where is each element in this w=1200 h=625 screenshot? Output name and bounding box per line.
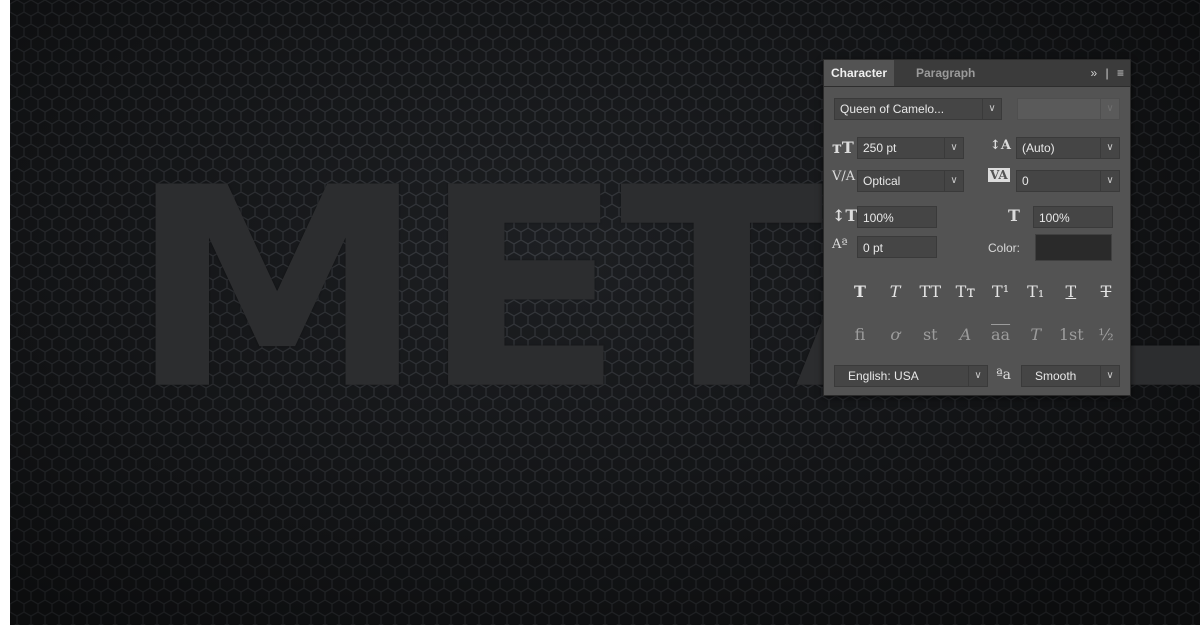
tracking-value: 0: [1022, 174, 1029, 188]
font-size-icon: ᴛT: [832, 138, 854, 157]
horizontal-scale-input[interactable]: 100%: [1033, 206, 1113, 228]
language-value: English: USA: [848, 369, 919, 383]
panel-tools: » | ≡: [1085, 60, 1124, 86]
tracking-dropdown[interactable]: 0 ∨: [1016, 170, 1120, 192]
chevron-down-icon: ∨: [1100, 138, 1119, 158]
color-label: Color:: [988, 241, 1021, 255]
font-size-value: 250 pt: [863, 141, 897, 155]
subscript-button[interactable]: T₁: [1024, 282, 1048, 301]
titling-alternates-button[interactable]: T: [1024, 325, 1048, 344]
panel-menu-icon[interactable]: ≡: [1117, 66, 1124, 80]
swash-button[interactable]: A: [953, 325, 977, 344]
tracking-icon: VA: [988, 168, 1010, 182]
small-caps-button[interactable]: Tт: [953, 282, 977, 301]
chevron-down-icon: ∨: [1100, 366, 1119, 386]
faux-bold-button[interactable]: T: [848, 282, 872, 301]
chevron-down-icon: ∨: [1100, 171, 1119, 191]
type-style-buttons: T T TT Tт T¹ T₁ T T: [848, 280, 1118, 302]
antialias-icon: ªa: [996, 367, 1011, 383]
ligatures-button[interactable]: fi: [848, 325, 872, 344]
underline-button[interactable]: T: [1059, 282, 1083, 301]
superscript-button[interactable]: T¹: [989, 282, 1013, 301]
chevron-down-icon: ∨: [944, 138, 963, 158]
antialias-dropdown[interactable]: Smooth ∨: [1021, 365, 1120, 387]
expand-panel-icon[interactable]: »: [1090, 66, 1097, 80]
antialias-value: Smooth: [1035, 369, 1077, 383]
leading-icon: ↕A: [990, 138, 1011, 153]
leading-dropdown[interactable]: (Auto) ∨: [1016, 137, 1120, 159]
opentype-buttons: fi ơ st A aa T 1st ½: [848, 323, 1118, 345]
chevron-down-icon: ∨: [982, 99, 1001, 119]
language-dropdown[interactable]: English: USA ∨: [834, 365, 988, 387]
stylistic-alternates-button[interactable]: aa: [989, 325, 1013, 344]
baseline-shift-input[interactable]: 0 pt: [857, 236, 937, 258]
kerning-dropdown[interactable]: Optical ∨: [857, 170, 964, 192]
all-caps-button[interactable]: TT: [918, 282, 942, 301]
tab-paragraph[interactable]: Paragraph: [909, 60, 982, 86]
tab-character[interactable]: Character: [824, 60, 895, 86]
tools-separator: |: [1105, 66, 1109, 80]
horizontal-scale-icon: T: [1008, 206, 1020, 225]
leading-value: (Auto): [1022, 141, 1055, 155]
chevron-down-icon: ∨: [1100, 99, 1119, 119]
faux-italic-button[interactable]: T: [883, 282, 907, 301]
character-panel: Character Paragraph » | ≡ Queen of Camel…: [823, 59, 1131, 396]
panel-tab-bar: Character Paragraph » | ≡: [824, 60, 1130, 87]
font-family-value: Queen of Camelo...: [840, 102, 945, 116]
chevron-down-icon: ∨: [944, 171, 963, 191]
ordinals-button[interactable]: 1st: [1059, 325, 1084, 344]
chevron-down-icon: ∨: [968, 366, 987, 386]
color-swatch[interactable]: [1035, 234, 1112, 261]
baseline-shift-icon: Aª: [832, 237, 848, 252]
strikethrough-button[interactable]: T: [1094, 282, 1118, 301]
kerning-icon: V/A: [832, 169, 856, 184]
fractions-button[interactable]: ½: [1094, 325, 1118, 344]
vertical-scale-icon: ↕T: [832, 206, 858, 225]
vertical-scale-input[interactable]: 100%: [857, 206, 937, 228]
kerning-value: Optical: [863, 174, 901, 188]
font-size-dropdown[interactable]: 250 pt ∨: [857, 137, 964, 159]
font-family-dropdown[interactable]: Queen of Camelo... ∨: [834, 98, 1002, 120]
old-style-button[interactable]: ơ: [883, 325, 907, 344]
discretionary-ligatures-button[interactable]: st: [918, 325, 942, 344]
font-style-dropdown[interactable]: ∨: [1017, 98, 1120, 120]
